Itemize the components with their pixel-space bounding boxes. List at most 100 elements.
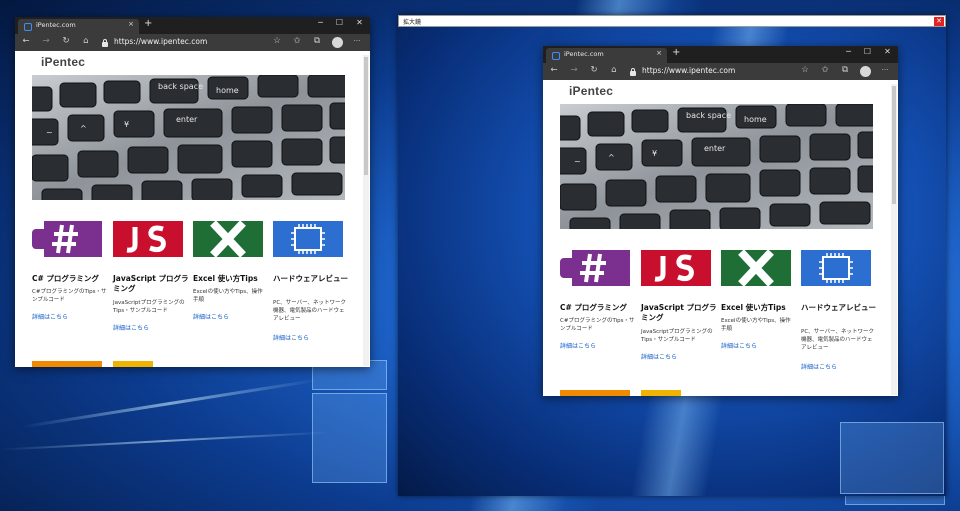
magnified-title-bar[interactable]: iPentec.com × + ─ ☐ ✕ [543, 46, 898, 63]
address-bar[interactable]: https://www.ipentec.com [99, 36, 284, 49]
site-logo[interactable]: iPentec [41, 55, 85, 69]
favorite-star-icon[interactable]: ☆ [799, 65, 811, 75]
key-label-yen: ¥ [124, 120, 129, 129]
card-title-javascript[interactable]: JavaScript プログラミング [641, 303, 717, 323]
more-menu-icon[interactable]: ··· [351, 37, 363, 45]
back-icon[interactable]: ← [20, 36, 32, 46]
card-link-hardware[interactable]: 詳細はこちら [801, 362, 837, 371]
forward-icon[interactable]: → [40, 36, 52, 46]
browser-tab[interactable]: iPentec.com × [18, 19, 139, 34]
magnified-browser-tab[interactable]: iPentec.com × [546, 48, 667, 63]
javascript-logo-icon[interactable] [641, 250, 711, 286]
magnifier-title: 拡大鏡 [403, 19, 422, 26]
home-icon[interactable]: ⌂ [608, 65, 620, 75]
card-desc-excel: Excelの使い方やTips、操作手順 [193, 289, 263, 303]
window-logo-pane [840, 422, 944, 494]
tab-title: iPentec.com [36, 21, 76, 29]
minimize-button[interactable]: ─ [842, 47, 855, 56]
magnifier-close-button[interactable]: ✕ [934, 17, 944, 26]
site-logo[interactable]: iPentec [569, 84, 613, 98]
browser-toolbar: ← → ↻ ⌂ https://www.ipentec.com ☆ ✩ ⧉ ··… [15, 34, 370, 51]
key-label-caret: ^ [80, 124, 87, 133]
collections-icon[interactable]: ⧉ [839, 65, 851, 75]
csharp-logo-graphic [32, 221, 102, 257]
maximize-button[interactable]: ☐ [861, 47, 874, 56]
light-beam [0, 431, 330, 451]
profile-avatar[interactable] [860, 66, 871, 77]
keyboard-illustration: back space home enter ¥ ^ ~ [32, 75, 345, 200]
card-desc-hardware: PC、サーバー、ネットワーク機器、電気製品のハードウェアレビュー [801, 329, 875, 351]
card-link-csharp[interactable]: 詳細はこちら [32, 312, 68, 321]
key-label-enter: enter [704, 144, 726, 153]
refresh-icon[interactable]: ↻ [588, 65, 600, 75]
favorites-icon[interactable]: ✩ [291, 36, 303, 46]
favorite-star-icon[interactable]: ☆ [271, 36, 283, 46]
card-link-excel[interactable]: 詳細はこちら [193, 312, 229, 321]
card-desc-csharp: C#プログラミングのTips・サンプルコード [560, 318, 635, 332]
card-title-excel[interactable]: Excel 使い方Tips [193, 274, 269, 284]
magnified-address-bar[interactable]: https://www.ipentec.com [627, 65, 812, 78]
card-link-javascript[interactable]: 詳細はこちら [113, 323, 149, 332]
collections-icon[interactable]: ⧉ [311, 36, 323, 46]
card-desc-hardware: PC、サーバー、ネットワーク機器、電気製品のハードウェアレビュー [273, 300, 347, 322]
csharp-logo-icon[interactable] [32, 221, 102, 257]
chip-icon[interactable] [801, 250, 871, 286]
site-favicon-icon [24, 23, 32, 31]
card-title-hardware[interactable]: ハードウェアレビュー [273, 274, 349, 284]
card-link-excel[interactable]: 詳細はこちら [721, 341, 757, 350]
card-desc-csharp: C#プログラミングのTips・サンプルコード [32, 289, 107, 303]
site-favicon-icon [552, 52, 560, 60]
next-section-preview [560, 390, 630, 396]
javascript-logo-graphic [641, 250, 711, 286]
title-bar[interactable]: iPentec.com × + ─ ☐ ✕ [15, 17, 370, 34]
forward-icon[interactable]: → [568, 65, 580, 75]
new-tab-button[interactable]: + [672, 47, 680, 58]
maximize-button[interactable]: ☐ [333, 18, 346, 27]
scrollbar-thumb[interactable] [364, 57, 368, 175]
hero-keyboard-image: back space home enter ¥ ^ ~ [32, 75, 345, 200]
scrollbar[interactable] [891, 84, 897, 395]
card-link-hardware[interactable]: 詳細はこちら [273, 333, 309, 342]
keyboard-illustration: back space home enter ¥ ^ ~ [560, 104, 873, 229]
key-label-tilde: ~ [574, 157, 581, 166]
excel-logo-icon[interactable] [193, 220, 263, 258]
lock-icon [102, 39, 108, 47]
refresh-icon[interactable]: ↻ [60, 36, 72, 46]
new-tab-button[interactable]: + [144, 18, 152, 29]
card-title-javascript[interactable]: JavaScript プログラミング [113, 274, 189, 294]
scrollbar[interactable] [363, 55, 369, 366]
card-link-javascript[interactable]: 詳細はこちら [641, 352, 677, 361]
excel-logo-graphic [193, 220, 263, 258]
key-label-tilde: ~ [46, 128, 53, 137]
magnified-browser-window[interactable]: iPentec.com × + ─ ☐ ✕ ← → ↻ ⌂ https://ww… [543, 46, 898, 396]
browser-window[interactable]: iPentec.com × + ─ ☐ ✕ ← → ↻ ⌂ https://ww… [15, 17, 370, 367]
more-menu-icon[interactable]: ··· [879, 66, 891, 74]
back-icon[interactable]: ← [548, 65, 560, 75]
card-title-hardware[interactable]: ハードウェアレビュー [801, 303, 877, 313]
minimize-button[interactable]: ─ [314, 18, 327, 27]
close-button[interactable]: ✕ [881, 47, 894, 56]
home-icon[interactable]: ⌂ [80, 36, 92, 46]
key-label-home: home [744, 115, 767, 124]
card-title-csharp[interactable]: C# プログラミング [560, 303, 636, 313]
tab-close-icon[interactable]: × [656, 49, 662, 57]
magnifier-title-bar[interactable]: 拡大鏡 ✕ [398, 15, 946, 27]
card-desc-javascript: JavaScriptプログラミングのTips・サンプルコード [113, 300, 185, 314]
csharp-logo-icon[interactable] [560, 250, 630, 286]
lock-icon [630, 68, 636, 76]
magnifier-window[interactable]: 拡大鏡 ✕ iPentec.com × + ─ ☐ ✕ ← → ↻ ⌂ http… [398, 15, 946, 496]
chip-icon[interactable] [273, 221, 343, 257]
scrollbar-thumb[interactable] [892, 86, 896, 204]
favorites-icon[interactable]: ✩ [819, 65, 831, 75]
card-link-csharp[interactable]: 詳細はこちら [560, 341, 596, 350]
light-beam [21, 378, 319, 429]
profile-avatar[interactable] [332, 37, 343, 48]
next-section-preview [32, 361, 102, 367]
close-button[interactable]: ✕ [353, 18, 366, 27]
tab-close-icon[interactable]: × [128, 20, 134, 28]
card-desc-excel: Excelの使い方やTips、操作手順 [721, 318, 791, 332]
card-title-csharp[interactable]: C# プログラミング [32, 274, 108, 284]
card-title-excel[interactable]: Excel 使い方Tips [721, 303, 797, 313]
excel-logo-icon[interactable] [721, 249, 791, 287]
javascript-logo-icon[interactable] [113, 221, 183, 257]
